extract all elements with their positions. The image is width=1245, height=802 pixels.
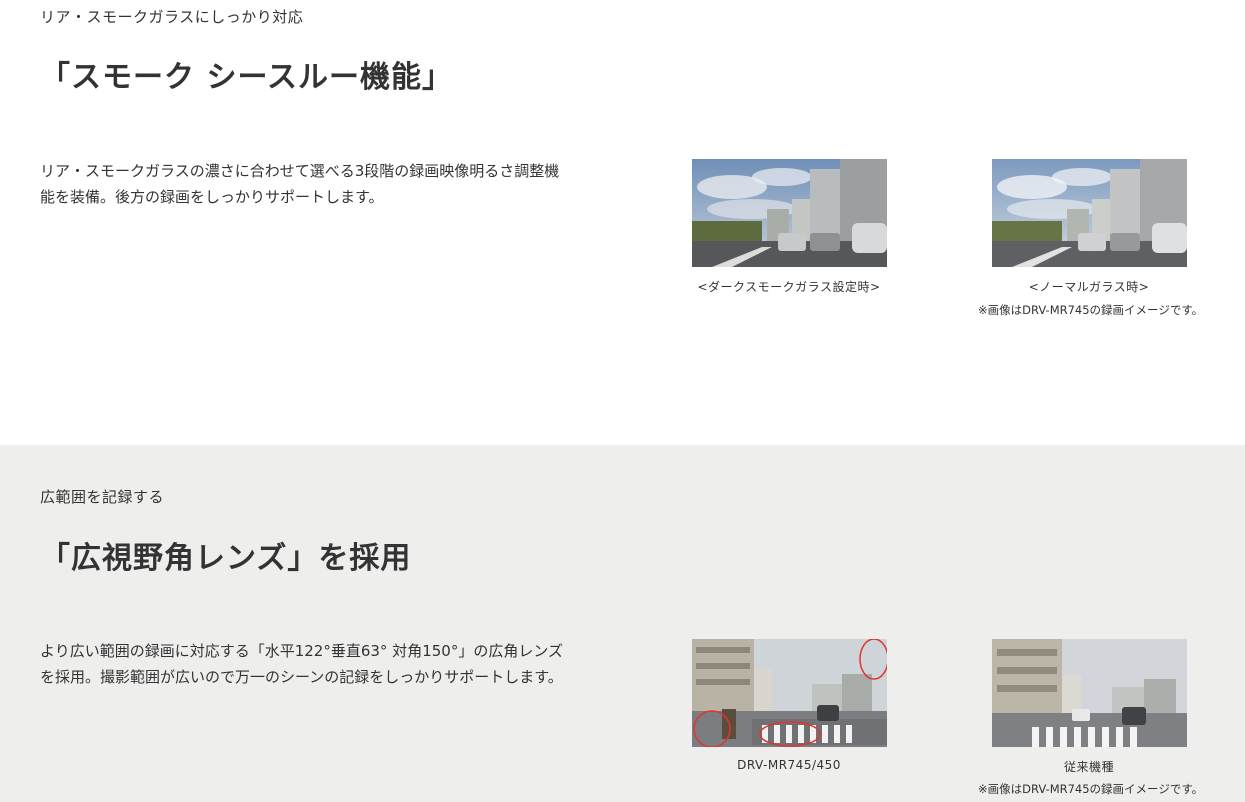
image-caption: <ダークスモークガラス設定時> [697, 280, 881, 294]
image-caption: <ノーマルガラス時> [1028, 280, 1150, 294]
wide-angle-recording-image [692, 639, 887, 747]
previous-model-recording-image [992, 639, 1187, 747]
image-note: ※画像はDRV-MR745の録画イメージです。 [978, 303, 1204, 317]
body-line: リア・スモークガラスの濃さに合わせて選べる3段階の録画映像明るさ調整機 [40, 162, 560, 180]
image-note: ※画像はDRV-MR745の録画イメージです。 [978, 782, 1204, 796]
smoke-see-through-section: リア・スモークガラスにしっかり対応 「スモーク シースルー機能」 リア・スモーク… [0, 0, 1245, 445]
intersection-scene-image [992, 639, 1187, 747]
normal-glass-recording-image [992, 159, 1187, 267]
intersection-scene-image [692, 639, 887, 747]
section-body: リア・スモークガラスの濃さに合わせて選べる3段階の録画映像明るさ調整機 能を装備… [40, 158, 640, 210]
section-body: より広い範囲の録画に対応する「水平122°垂直63° 対角150°」の広角レンズ… [40, 638, 640, 690]
street-scene-image [992, 159, 1187, 267]
body-line: より広い範囲の録画に対応する「水平122°垂直63° 対角150°」の広角レンズ [40, 642, 564, 660]
section-eyebrow: リア・スモークガラスにしっかり対応 [40, 8, 304, 26]
section-heading: 「スモーク シースルー機能」 [40, 60, 453, 95]
image-caption: 従来機種 [1063, 760, 1114, 774]
body-line: を採用。撮影範囲が広いので万一のシーンの記録をしっかりサポートします。 [40, 668, 563, 686]
image-caption: DRV-MR745/450 [737, 758, 841, 772]
dark-smoke-recording-image [692, 159, 887, 267]
section-eyebrow: 広範囲を記録する [40, 488, 165, 506]
body-line: 能を装備。後方の録画をしっかりサポートします。 [40, 188, 384, 206]
wide-angle-lens-section: 広範囲を記録する 「広視野角レンズ」を採用 より広い範囲の録画に対応する「水平1… [0, 445, 1245, 802]
street-scene-image [692, 159, 887, 267]
section-heading: 「広視野角レンズ」を採用 [40, 541, 412, 576]
